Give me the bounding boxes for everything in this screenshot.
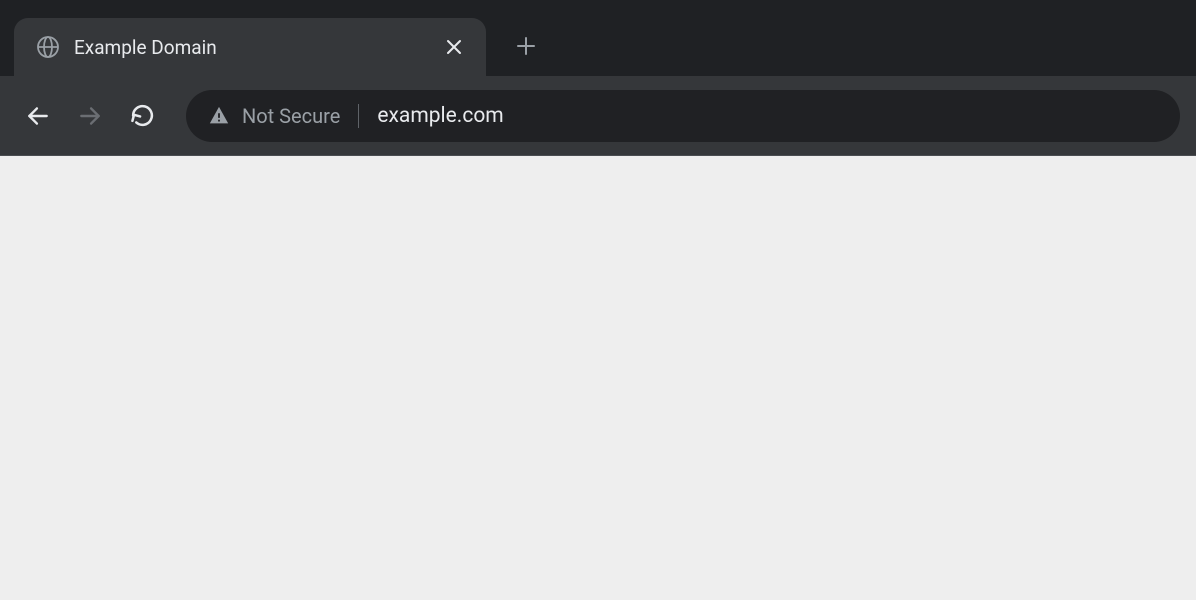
browser-chrome: Example Domain [0, 0, 1196, 156]
back-button[interactable] [16, 94, 60, 138]
globe-icon [36, 35, 60, 59]
browser-tab[interactable]: Example Domain [14, 18, 486, 76]
new-tab-button[interactable] [504, 24, 548, 68]
close-tab-button[interactable] [440, 33, 468, 61]
page-content [0, 156, 1196, 600]
tab-title: Example Domain [74, 36, 440, 59]
plus-icon [516, 36, 536, 56]
close-icon [445, 38, 463, 56]
warning-icon [208, 105, 230, 127]
security-text: Not Secure [242, 104, 340, 128]
reload-button[interactable] [120, 94, 164, 138]
security-indicator[interactable]: Not Secure [208, 104, 359, 128]
forward-button[interactable] [68, 94, 112, 138]
toolbar: Not Secure example.com [0, 76, 1196, 156]
reload-icon [130, 103, 155, 128]
arrow-left-icon [25, 103, 51, 129]
address-bar[interactable]: Not Secure example.com [186, 90, 1180, 142]
tab-strip: Example Domain [0, 0, 1196, 76]
url-text: example.com [377, 104, 503, 128]
arrow-right-icon [77, 103, 103, 129]
